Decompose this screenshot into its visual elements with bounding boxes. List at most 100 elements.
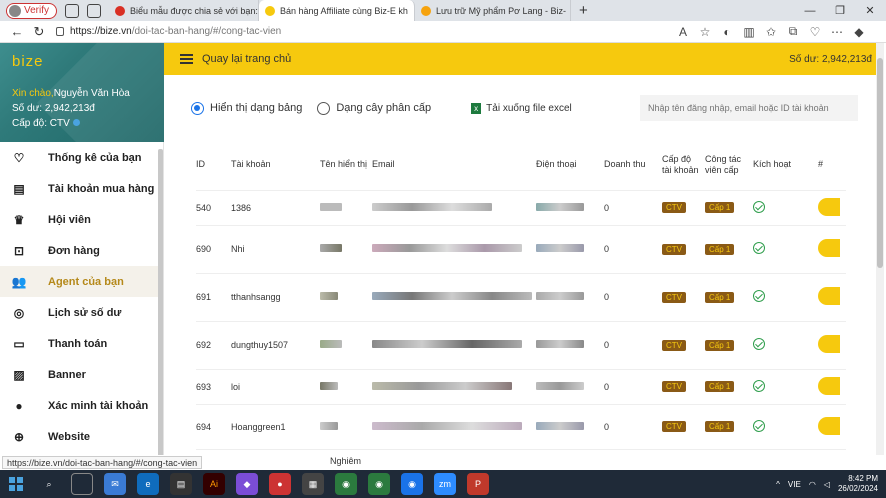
tier-badge: Cấp 1	[705, 243, 735, 255]
zoom-icon[interactable]: zm	[434, 473, 456, 495]
taskbar: ⌕ ✉ e ▤ Ai ◆ ● ▦ ◉ ◉ ◉ zm P ^ VIE ◠ ◁ 8:…	[0, 470, 886, 498]
col-phone: Điện thoại	[536, 140, 604, 191]
favorites-icon[interactable]: ✩	[760, 25, 782, 39]
receipt-icon: ▤	[13, 181, 25, 196]
favorite-star-icon[interactable]: ☆	[694, 25, 716, 39]
sidebar-scrollbar[interactable]	[158, 149, 163, 471]
page-scrollbar[interactable]	[876, 43, 884, 455]
profile-button[interactable]: Verify	[6, 2, 58, 19]
action-button[interactable]	[818, 335, 840, 353]
tab-storage[interactable]: Lưu trữ Mỹ phẩm Pơ Lang - Biz- ✕	[415, 0, 572, 21]
tab-affiliate[interactable]: Bán hàng Affiliate cùng Biz-E kh ✕	[259, 0, 416, 21]
profile-card: bize Xin chào,Nguyễn Văn Hòa Số dư: 2,94…	[0, 43, 164, 142]
url-field[interactable]: https://bize.vn/doi-tac-ban-hang/#/cong-…	[56, 23, 636, 41]
active-check-icon	[753, 419, 765, 432]
active-check-icon	[753, 242, 765, 254]
volume-icon[interactable]: ◁	[824, 480, 830, 489]
store-icon[interactable]: ▦	[302, 473, 324, 495]
sidebar-item-purchase-account[interactable]: ▤ Tài khoản mua hàng	[0, 173, 163, 204]
app-icon[interactable]: ◆	[236, 473, 258, 495]
sidebar-item-agents[interactable]: 👥 Agent của bạn	[0, 266, 163, 297]
task-view-icon[interactable]	[71, 473, 93, 495]
bize-logo[interactable]: bize	[12, 53, 44, 70]
radio-tree-view[interactable]: Dạng cây phân cấp	[317, 101, 431, 115]
level-badge: CTV	[662, 381, 686, 392]
active-check-icon	[753, 290, 765, 302]
extension-icon[interactable]: ◐	[716, 25, 738, 39]
redacted-display-name	[320, 292, 338, 300]
windows-start-icon[interactable]	[5, 473, 27, 495]
read-aloud-icon[interactable]: A	[672, 25, 694, 39]
file-explorer-icon[interactable]: ▤	[170, 473, 192, 495]
chrome-icon[interactable]: ◉	[335, 473, 357, 495]
action-button[interactable]	[818, 287, 840, 305]
chrome-profile-icon[interactable]: ◉	[368, 473, 390, 495]
redacted-display-name	[320, 381, 338, 390]
person-icon: ●	[15, 398, 23, 413]
action-button[interactable]	[818, 376, 840, 395]
language-indicator[interactable]: VIE	[788, 480, 801, 489]
chevron-up-icon[interactable]: ^	[776, 480, 780, 489]
hamburger-menu-icon[interactable]	[180, 54, 193, 64]
sidebar-item-payment[interactable]: ▭ Thanh toán	[0, 328, 163, 359]
col-account: Tài khoản	[231, 140, 320, 191]
header-balance: Số dư: 2,942,213đ	[789, 53, 872, 65]
col-active: Kích hoạt	[753, 140, 818, 191]
mail-icon[interactable]: ✉	[104, 473, 126, 495]
sidebar-item-banner[interactable]: ▨ Banner	[0, 359, 163, 390]
fingerprint-icon: ◎	[13, 305, 25, 320]
notification-app-icon[interactable]: ●	[269, 473, 291, 495]
heart-icon: ♡	[13, 150, 25, 165]
chrome-alt-icon[interactable]: ◉	[401, 473, 423, 495]
redacted-display-name	[320, 244, 342, 252]
download-excel-button[interactable]: x Tải xuống file excel	[471, 102, 572, 114]
tab-form[interactable]: Biểu mẫu được chia sẻ với bạn: ✕	[109, 0, 260, 21]
split-screen-icon[interactable]: ▥	[738, 25, 760, 39]
tier-badge: Cấp 1	[705, 202, 735, 213]
copilot-icon[interactable]: ◆	[848, 25, 870, 39]
sidebar-item-members[interactable]: ♛ Hội viên	[0, 204, 163, 235]
action-button[interactable]	[818, 416, 840, 435]
collections-icon[interactable]: ⧉	[782, 24, 804, 39]
view-controls: Hiển thị dạng bảng Dạng cây phân cấp x Tả…	[176, 85, 866, 131]
tab-title: Biểu mẫu được chia sẻ với bạn:	[130, 5, 258, 16]
clock[interactable]: 8:42 PM 26/02/2024	[838, 474, 878, 494]
reload-icon[interactable]: ↻	[28, 24, 50, 40]
action-button[interactable]	[818, 197, 840, 216]
workspaces-icon[interactable]	[65, 3, 80, 18]
profile-label: Verify	[24, 5, 50, 16]
crown-icon: ♛	[13, 212, 25, 227]
minimize-icon[interactable]: —	[796, 0, 824, 21]
browser-essentials-icon[interactable]: ♡	[804, 25, 826, 39]
search-icon[interactable]: ⌕	[38, 473, 60, 495]
close-window-icon[interactable]: ✕	[856, 0, 884, 21]
powerpoint-icon[interactable]: P	[467, 473, 489, 495]
new-tab-button[interactable]: +	[579, 2, 588, 19]
sidebar-item-website[interactable]: ⊕ Website	[0, 421, 163, 452]
illustrator-icon[interactable]: Ai	[203, 473, 225, 495]
back-home-link[interactable]: Quay lại trang chủ	[202, 53, 291, 65]
excel-icon: x	[471, 102, 482, 114]
sidebar-item-orders[interactable]: ⊡ Đơn hàng	[0, 235, 163, 266]
wifi-icon[interactable]: ◠	[809, 480, 816, 489]
redacted-phone	[536, 340, 584, 348]
redacted-phone	[536, 292, 584, 300]
status-extra-text: Nghiêm	[330, 456, 362, 466]
search-input[interactable]	[640, 95, 858, 121]
action-button[interactable]	[818, 239, 840, 257]
restore-icon[interactable]: ❐	[826, 0, 854, 21]
sidebar-item-verify[interactable]: ● Xác minh tài khoản	[0, 390, 163, 421]
tab-title: Lưu trữ Mỹ phẩm Pơ Lang - Biz-	[436, 5, 567, 16]
sidebar-item-balance-history[interactable]: ◎ Lịch sử số dư	[0, 297, 163, 328]
more-menu-icon[interactable]: ⋯	[826, 25, 848, 39]
table-row: 540 1386 0 CTV Cấp 1	[196, 190, 846, 226]
profile-balance: Số dư: 2,942,213đ	[12, 103, 95, 114]
image-icon: ▨	[13, 367, 25, 382]
tab-actions-icon[interactable]	[87, 3, 102, 18]
sidebar-item-stats[interactable]: ♡ Thống kê của bạn	[0, 142, 163, 173]
radio-table-view[interactable]: Hiển thị dạng bảng	[191, 101, 302, 115]
app-header: Quay lại trang chủ Số dư: 2,942,213đ	[164, 43, 878, 75]
back-arrow-icon[interactable]: ←	[6, 24, 28, 39]
edge-icon[interactable]: e	[137, 473, 159, 495]
avatar	[9, 4, 21, 17]
